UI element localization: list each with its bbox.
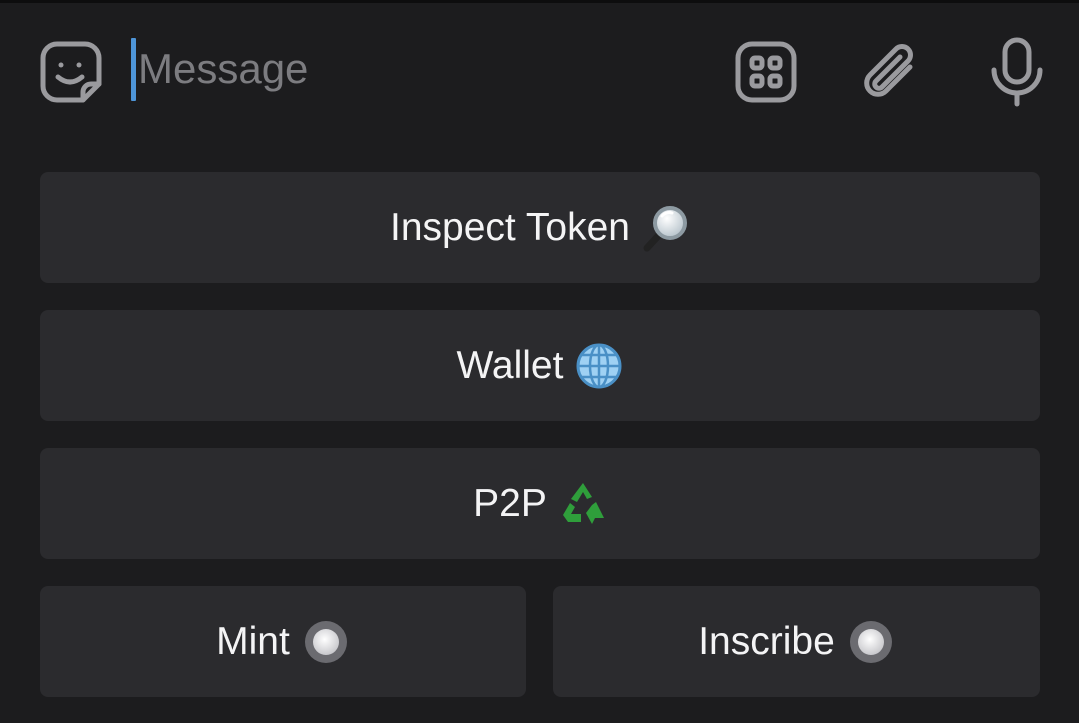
text-caret bbox=[131, 38, 136, 101]
globe-icon bbox=[575, 342, 623, 390]
sticker-button[interactable] bbox=[36, 37, 106, 107]
mint-label: Mint bbox=[216, 619, 290, 663]
recycle-icon bbox=[559, 480, 607, 528]
voice-message-button[interactable] bbox=[984, 33, 1050, 111]
bot-commands-button[interactable] bbox=[732, 37, 800, 107]
chat-screen: Inspect Token Wallet bbox=[0, 0, 1079, 723]
attach-button[interactable] bbox=[858, 37, 926, 107]
wallet-button[interactable]: Wallet bbox=[40, 310, 1040, 421]
p2p-button[interactable]: P2P bbox=[40, 448, 1040, 559]
message-composer bbox=[0, 3, 1079, 133]
inscribe-button[interactable]: Inscribe bbox=[553, 586, 1040, 697]
mint-button[interactable]: Mint bbox=[40, 586, 526, 697]
p2p-label: P2P bbox=[473, 481, 547, 525]
message-input[interactable] bbox=[138, 33, 698, 105]
sticker-icon bbox=[40, 41, 102, 103]
radio-button-icon bbox=[847, 618, 895, 666]
magnifying-glass-icon bbox=[642, 204, 690, 252]
inscribe-label: Inscribe bbox=[698, 619, 835, 663]
radio-button-icon bbox=[302, 618, 350, 666]
wallet-label: Wallet bbox=[456, 343, 564, 387]
microphone-icon bbox=[991, 37, 1043, 107]
inspect-token-button[interactable]: Inspect Token bbox=[40, 172, 1040, 283]
bot-commands-icon bbox=[735, 41, 797, 103]
inspect-token-label: Inspect Token bbox=[390, 205, 630, 249]
bot-reply-keyboard: Inspect Token Wallet P2P Mint Inscribe bbox=[0, 133, 1079, 723]
paperclip-icon bbox=[864, 44, 913, 97]
